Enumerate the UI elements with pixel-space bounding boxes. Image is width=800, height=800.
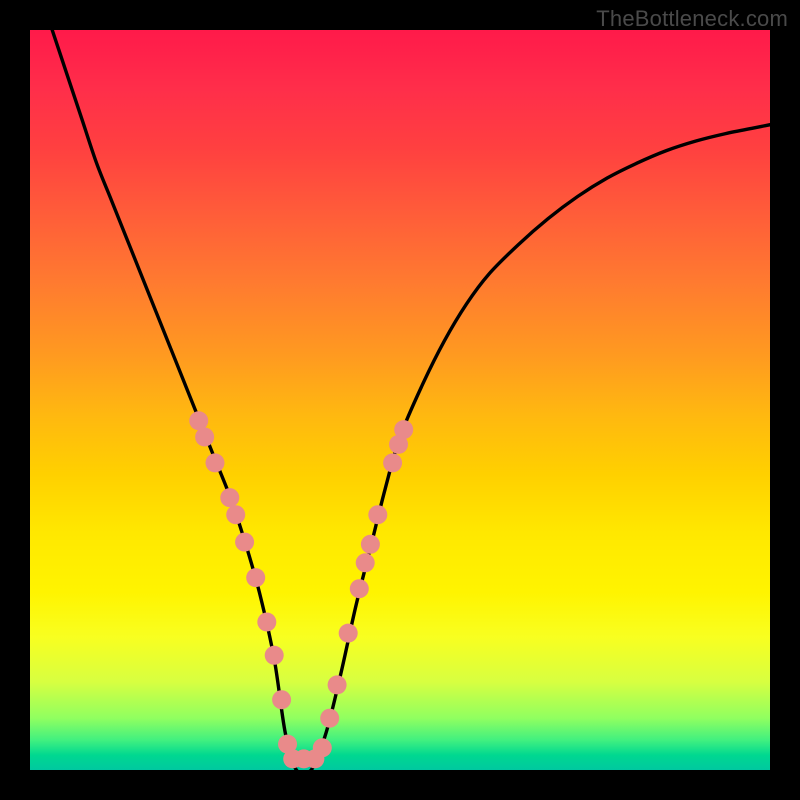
data-point bbox=[350, 579, 369, 598]
data-point bbox=[394, 420, 413, 439]
chart-frame: TheBottleneck.com bbox=[0, 0, 800, 800]
curve-layer bbox=[30, 30, 770, 770]
data-point bbox=[206, 453, 225, 472]
data-point bbox=[220, 488, 239, 507]
data-point bbox=[246, 568, 265, 587]
data-point bbox=[356, 553, 375, 572]
watermark-text: TheBottleneck.com bbox=[596, 6, 788, 32]
data-point bbox=[235, 533, 254, 552]
curve-markers bbox=[189, 411, 413, 768]
data-point bbox=[226, 505, 245, 524]
data-point bbox=[361, 535, 380, 554]
data-point bbox=[368, 505, 387, 524]
data-point bbox=[328, 675, 347, 694]
bottleneck-curve bbox=[52, 30, 770, 770]
data-point bbox=[189, 411, 208, 430]
data-point bbox=[195, 428, 214, 447]
data-point bbox=[339, 624, 358, 643]
data-point bbox=[320, 709, 339, 728]
data-point bbox=[272, 690, 291, 709]
data-point bbox=[265, 646, 284, 665]
plot-area bbox=[30, 30, 770, 770]
data-point bbox=[383, 453, 402, 472]
data-point bbox=[257, 613, 276, 632]
data-point bbox=[313, 738, 332, 757]
